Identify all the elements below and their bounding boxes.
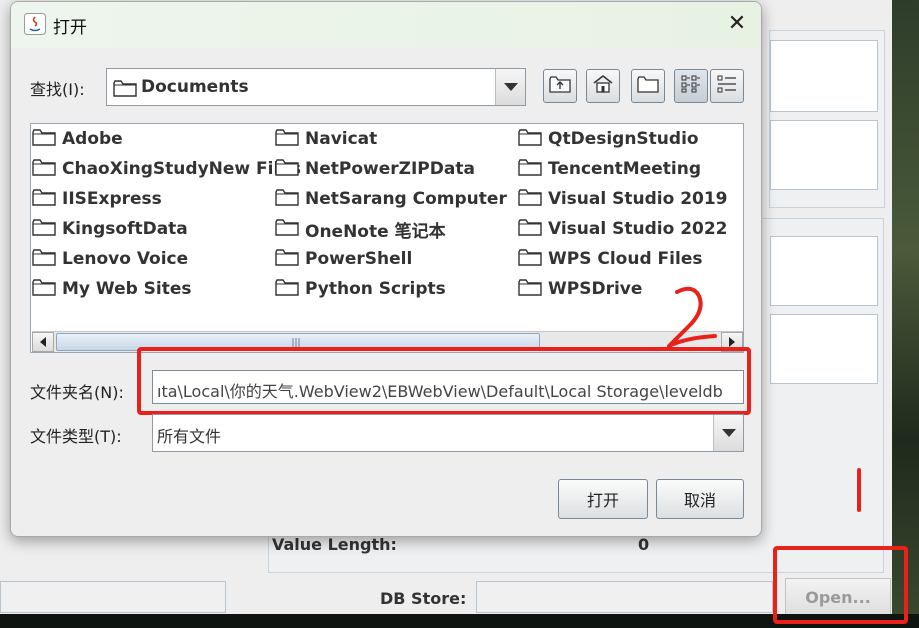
folder-icon — [275, 218, 299, 241]
folder-icon — [32, 188, 56, 211]
list-item[interactable]: Python Scripts — [275, 277, 446, 301]
folder-icon — [518, 278, 542, 301]
details-view-button[interactable] — [710, 69, 744, 103]
scroll-left-button[interactable] — [32, 332, 54, 352]
annotation-box-open — [773, 546, 908, 624]
list-item-label: IISExpress — [62, 189, 162, 209]
right-box-2 — [770, 120, 878, 190]
list-item[interactable]: Lenovo Voice — [32, 247, 188, 271]
new-folder-icon — [637, 75, 659, 97]
cancel-button[interactable]: 取消 — [656, 479, 744, 519]
list-item[interactable]: WPS Cloud Files — [518, 247, 702, 271]
annotation-box-filename — [137, 347, 751, 415]
dialog-titlebar: 打开 ✕ — [11, 2, 761, 48]
up-folder-icon — [549, 75, 571, 97]
list-item-label: My Web Sites — [62, 279, 192, 299]
folder-icon — [275, 278, 299, 301]
home-icon — [592, 74, 614, 98]
right-box-1 — [770, 40, 878, 112]
list-item[interactable]: Visual Studio 2019 — [518, 187, 728, 211]
folder-icon — [32, 128, 56, 151]
folder-icon — [275, 158, 299, 181]
list-item[interactable]: WPSDrive — [518, 277, 642, 301]
list-item-label: PowerShell — [305, 249, 413, 269]
list-item[interactable]: Visual Studio 2022 — [518, 217, 728, 241]
list-item-label: WPS Cloud Files — [548, 249, 703, 269]
list-item[interactable]: My Web Sites — [32, 277, 192, 301]
value-length-label: Value Length: — [272, 535, 397, 554]
dialog-title: 打开 — [53, 18, 87, 38]
right-box-3 — [770, 236, 878, 306]
file-list[interactable]: Adobe ChaoXingStudyNew Files IISExpress Kin… — [30, 123, 744, 353]
folder-icon — [32, 158, 56, 181]
db-store-field[interactable] — [476, 581, 773, 613]
list-item[interactable]: QtDesignStudio — [518, 127, 699, 151]
list-item[interactable]: OneNote 笔记本 — [275, 217, 446, 242]
list-item-label: ChaoXingStudyNew Files — [62, 159, 301, 179]
list-item-label: Python Scripts — [305, 279, 446, 299]
folder-icon — [518, 248, 542, 271]
list-item[interactable]: NetPowerZIPData — [275, 157, 475, 181]
filetype-value: 所有文件 — [157, 427, 222, 446]
list-item-label: Visual Studio 2022 — [548, 219, 728, 239]
new-folder-button[interactable] — [631, 69, 665, 103]
list-item-label: QtDesignStudio — [548, 129, 699, 149]
look-in-value: Documents — [141, 77, 249, 97]
list-item[interactable]: NetSarang Computer — [275, 187, 507, 211]
open-button[interactable]: 打开 — [558, 479, 648, 519]
folder-icon — [518, 158, 542, 181]
list-item-label: WPSDrive — [548, 279, 643, 299]
list-item-label: Lenovo Voice — [62, 249, 189, 269]
chevron-down-icon[interactable] — [495, 69, 525, 105]
list-item-label: KingsoftData — [62, 219, 188, 239]
folder-icon — [518, 188, 542, 211]
list-view-icon — [680, 74, 702, 98]
list-item-label: NetSarang Computer — [305, 189, 507, 209]
desktop-wallpaper — [892, 0, 919, 628]
home-button[interactable] — [586, 69, 620, 103]
left-bottom-field[interactable] — [0, 581, 226, 613]
value-length-value: 0 — [638, 535, 650, 554]
folder-icon — [32, 278, 56, 301]
folder-icon — [32, 218, 56, 241]
list-item[interactable]: Navicat — [275, 127, 377, 151]
filetype-label: 文件类型(T): — [30, 427, 122, 446]
db-store-label: DB Store: — [380, 589, 467, 608]
list-item[interactable]: Adobe — [32, 127, 123, 151]
look-in-label: 查找(I): — [30, 80, 85, 99]
java-app-icon — [24, 13, 46, 35]
list-item[interactable]: TencentMeeting — [518, 157, 701, 181]
look-in-combo[interactable]: Documents — [106, 68, 526, 106]
list-item-label: TencentMeeting — [548, 159, 702, 179]
list-item[interactable]: KingsoftData — [32, 217, 188, 241]
folder-icon — [275, 248, 299, 271]
list-view-button[interactable] — [674, 69, 708, 103]
folder-icon — [113, 79, 137, 101]
folder-icon — [275, 128, 299, 151]
filetype-combo[interactable]: 所有文件 — [152, 414, 744, 452]
folder-icon — [518, 128, 542, 151]
list-item-label: OneNote 笔记本 — [305, 221, 446, 242]
filename-label: 文件夹名(N): — [30, 383, 124, 402]
details-view-icon — [716, 74, 738, 98]
list-item-label: Navicat — [305, 129, 378, 149]
up-folder-button[interactable] — [543, 69, 577, 103]
annotation-mark-1 — [855, 468, 863, 512]
folder-icon — [518, 218, 542, 241]
list-item[interactable]: ChaoXingStudyNew Files — [32, 157, 301, 181]
annotation-mark-2 — [665, 286, 719, 350]
list-item[interactable]: IISExpress — [32, 187, 162, 211]
list-item-label: Adobe — [62, 129, 123, 149]
close-icon[interactable]: ✕ — [725, 12, 749, 36]
chevron-down-icon[interactable] — [713, 415, 743, 451]
list-item-label: Visual Studio 2019 — [548, 189, 728, 209]
list-item-label: NetPowerZIPData — [305, 159, 475, 179]
folder-icon — [275, 188, 299, 211]
folder-icon — [32, 248, 56, 271]
list-item[interactable]: PowerShell — [275, 247, 412, 271]
right-box-4 — [770, 314, 878, 384]
open-file-dialog: 打开 ✕ 查找(I): Documents Adobe ChaoXingStudy… — [10, 1, 762, 537]
